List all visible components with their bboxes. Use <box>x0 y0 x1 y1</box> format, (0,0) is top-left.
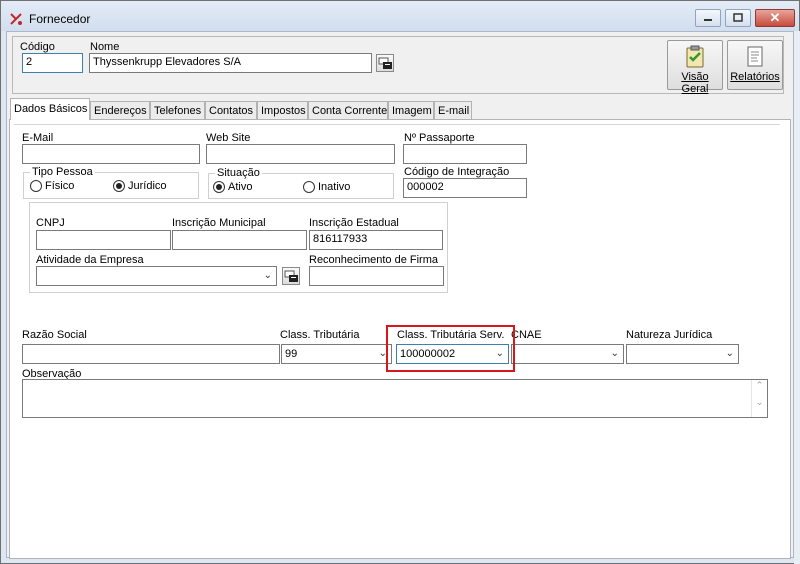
lookup-icon <box>378 57 392 69</box>
codigo-field[interactable]: 2 <box>22 53 83 73</box>
visao-geral-button[interactable]: Visão Geral <box>667 40 723 95</box>
reconhecimento-field[interactable] <box>309 266 444 286</box>
clipboard-check-icon <box>686 45 704 68</box>
highlight-annotation <box>386 325 515 372</box>
observacao-scrollbar[interactable]: ⌃ ⌄ <box>751 380 767 417</box>
email-field[interactable] <box>22 144 200 164</box>
razao-social-field[interactable] <box>22 344 280 364</box>
radio-ativo-label: Ativo <box>228 181 253 193</box>
lookup-icon <box>284 270 298 282</box>
atividade-combo[interactable]: ⌄ <box>36 266 277 286</box>
cnpj-field[interactable] <box>36 230 171 250</box>
window-title: Fornecedor <box>29 12 91 26</box>
passaporte-label: Nº Passaporte <box>404 132 475 144</box>
atividade-label: Atividade da Empresa <box>36 254 144 266</box>
codigo-integracao-field[interactable]: 000002 <box>403 178 527 198</box>
scroll-up-icon[interactable]: ⌃ <box>752 380 767 391</box>
chevron-down-icon[interactable]: ⌄ <box>726 348 734 359</box>
radio-inativo-label: Inativo <box>318 181 351 193</box>
relatorios-label: Relatórios <box>730 71 780 83</box>
scroll-down-icon[interactable]: ⌄ <box>752 397 767 408</box>
cnpj-label: CNPJ <box>36 217 65 229</box>
inscricao-estadual-label: Inscrição Estadual <box>309 217 399 229</box>
passaporte-field[interactable] <box>403 144 527 164</box>
website-field[interactable] <box>206 144 395 164</box>
tipo-pessoa-label: Tipo Pessoa <box>30 166 95 178</box>
maximize-button[interactable] <box>725 9 751 27</box>
background-strip <box>794 31 800 564</box>
inscricao-estadual-field[interactable]: 816117933 <box>309 230 443 250</box>
tab-dados-basicos[interactable]: Dados Básicos <box>10 98 90 120</box>
razao-social-label: Razão Social <box>22 329 87 341</box>
radio-inativo[interactable]: Inativo <box>303 181 350 193</box>
natureza-label: Natureza Jurídica <box>626 329 713 341</box>
report-icon <box>747 46 763 67</box>
tab-imagem[interactable]: Imagem <box>388 101 434 119</box>
close-icon: ✕ <box>769 10 781 25</box>
close-button[interactable]: ✕ <box>755 9 795 27</box>
situacao-label: Situação <box>215 167 262 179</box>
app-logo-icon <box>10 13 22 25</box>
minimize-button[interactable] <box>695 9 721 27</box>
tab-impostos[interactable]: Impostos <box>257 101 308 119</box>
cnae-combo[interactable]: ⌄ <box>511 344 624 364</box>
nome-label: Nome <box>90 41 120 53</box>
title-bar[interactable]: Fornecedor <box>1 1 799 31</box>
natureza-combo[interactable]: ⌄ <box>626 344 739 364</box>
codigo-label: Código <box>20 41 55 53</box>
tab-enderecos[interactable]: Endereços <box>90 101 150 119</box>
radio-fisico[interactable]: Físico <box>30 180 74 192</box>
radio-fisico-label: Físico <box>45 180 75 192</box>
radio-fisico-button[interactable] <box>30 180 42 192</box>
class-trib-combo[interactable]: 99 ⌄ <box>281 344 392 364</box>
cnae-label: CNAE <box>511 329 542 341</box>
website-label: Web Site <box>206 132 251 144</box>
radio-juridico-button[interactable] <box>113 180 125 192</box>
radio-ativo[interactable]: Ativo <box>213 181 252 193</box>
class-trib-value: 99 <box>285 348 298 360</box>
reconhecimento-label: Reconhecimento de Firma <box>309 254 439 266</box>
radio-juridico-label: Jurídico <box>128 180 167 192</box>
radio-inativo-button[interactable] <box>303 181 315 193</box>
tab-telefones[interactable]: Telefones <box>150 101 205 119</box>
minimize-icon <box>704 19 712 21</box>
codigo-integracao-label: Código de Integração <box>404 166 510 178</box>
nome-lookup-button[interactable] <box>376 54 394 72</box>
tab-email[interactable]: E-mail <box>434 101 472 119</box>
class-trib-label: Class. Tributária <box>280 329 360 341</box>
maximize-icon <box>733 13 743 22</box>
tab-contatos[interactable]: Contatos <box>205 101 257 119</box>
observacao-field[interactable]: ⌃ ⌄ <box>22 379 768 418</box>
inscricao-municipal-field[interactable] <box>172 230 307 250</box>
tab-conta-corrente[interactable]: Conta Corrente <box>308 101 388 119</box>
visao-geral-label: Visão Geral <box>681 71 709 95</box>
atividade-lookup-button[interactable] <box>282 267 300 285</box>
nome-field[interactable]: Thyssenkrupp Elevadores S/A <box>89 53 372 73</box>
radio-juridico[interactable]: Jurídico <box>113 180 167 192</box>
chevron-down-icon[interactable]: ⌄ <box>264 270 272 281</box>
radio-ativo-button[interactable] <box>213 181 225 193</box>
inscricao-municipal-label: Inscrição Municipal <box>172 217 266 229</box>
email-label: E-Mail <box>22 132 54 144</box>
chevron-down-icon[interactable]: ⌄ <box>611 348 619 359</box>
divider <box>14 124 780 125</box>
relatorios-button[interactable]: Relatórios <box>727 40 783 90</box>
